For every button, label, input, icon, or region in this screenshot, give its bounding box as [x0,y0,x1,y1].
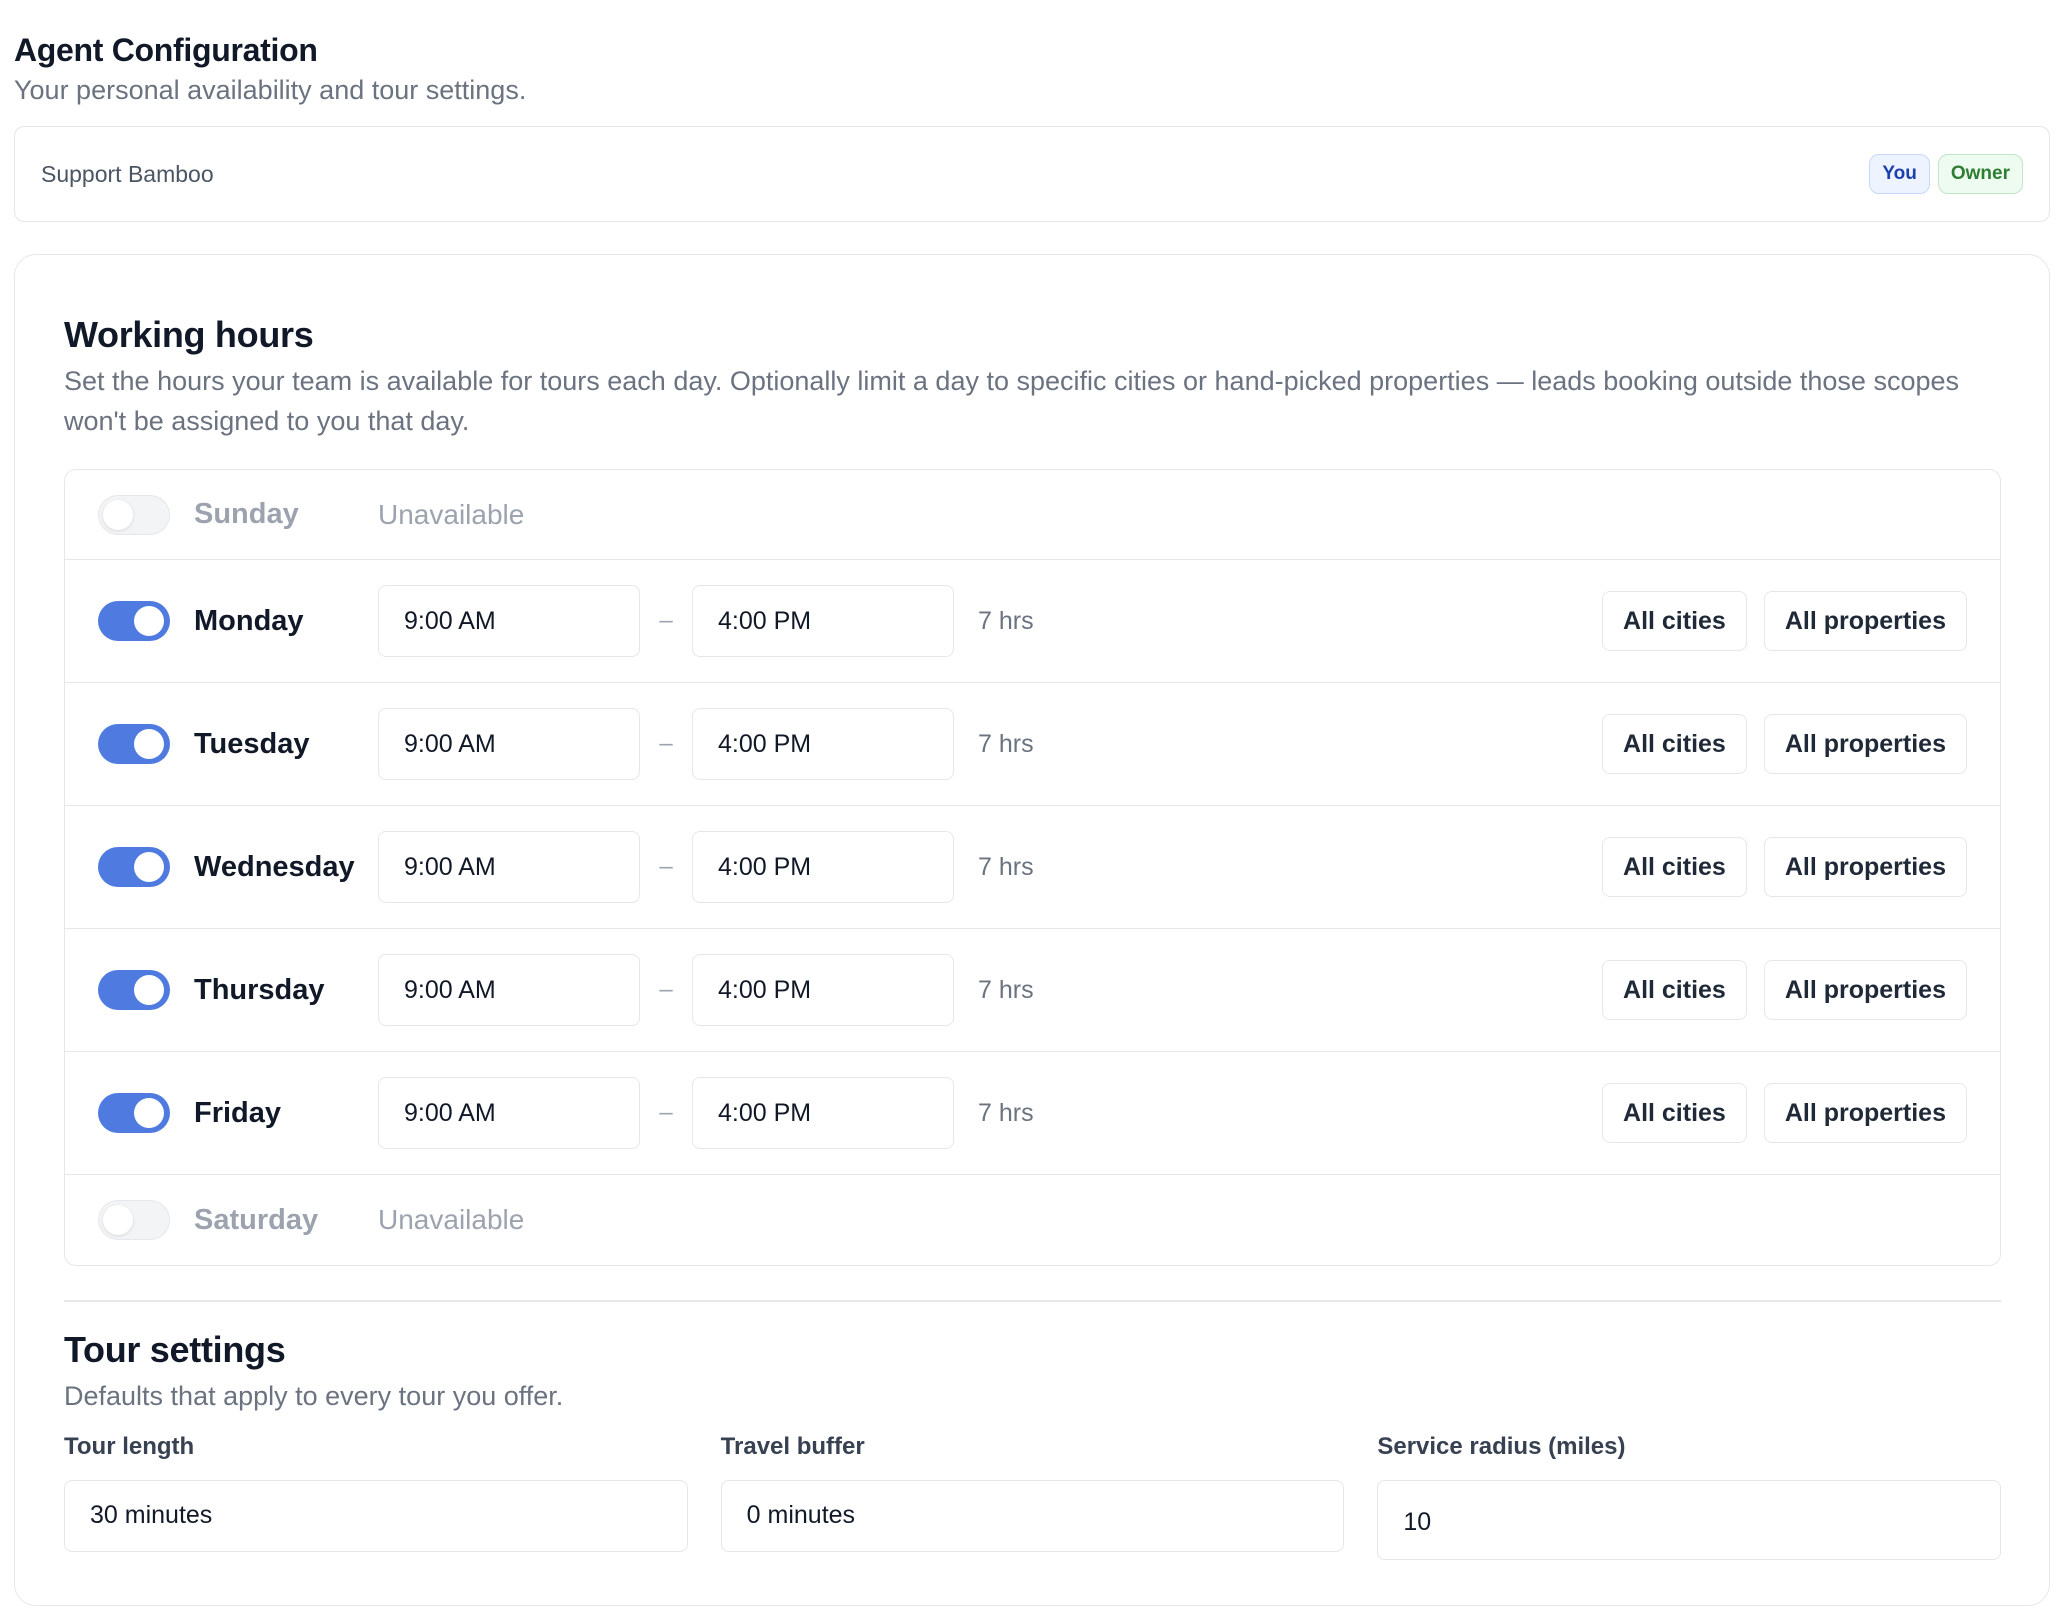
toggle-knob [103,1205,133,1235]
thursday-properties-button[interactable]: All properties [1763,960,1967,1020]
travel-buffer-select[interactable]: 0 minutes [720,1479,1345,1552]
agent-configuration-page: Agent Configuration Your personal availa… [14,30,2050,1606]
unavailable-label: Unavailable [378,498,525,530]
working-hours-description: Set the hours your team is available for… [64,366,1959,436]
owner-badge: Owner [1937,154,2023,194]
unavailable-label: Unavailable [378,1204,525,1235]
toggle-knob [134,606,164,636]
time-separator: – [659,607,673,634]
day-row-thursday: Thursday 9:00 AM – 4:00 PM 7 hrs All cit… [65,929,2000,1052]
day-row-wednesday: Wednesday 9:00 AM – 4:00 PM 7 hrs All ci… [65,806,2000,929]
tuesday-cities-button[interactable]: All cities [1602,714,1747,774]
page-subtitle: Your personal availability and tour sett… [14,75,527,105]
thursday-start-time-input[interactable]: 9:00 AM [378,954,640,1026]
day-name: Tuesday [194,727,310,760]
thursday-toggle[interactable] [98,970,170,1010]
working-hours-table: Sunday Unavailable Monday 9:00 AM – 4:00… [64,469,2001,1266]
monday-end-time-input[interactable]: 4:00 PM [692,585,954,657]
day-row-friday: Friday 9:00 AM – 4:00 PM 7 hrs All citie… [65,1052,2000,1175]
day-row-tuesday: Tuesday 9:00 AM – 4:00 PM 7 hrs All citi… [65,683,2000,806]
toggle-knob [134,729,164,759]
toggle-knob [103,499,133,530]
day-name: Friday [194,1096,282,1129]
time-separator: – [659,730,673,757]
wednesday-properties-button[interactable]: All properties [1763,837,1967,897]
saturday-toggle[interactable] [98,1200,170,1240]
tour-length-field: Tour length 30 minutes [64,1432,688,1560]
time-separator: – [659,976,673,1003]
friday-hours-total: 7 hrs [978,1098,1034,1127]
settings-card: Working hours Set the hours your team is… [14,254,2050,1606]
tour-length-select[interactable]: 30 minutes [64,1479,688,1552]
monday-hours-total: 7 hrs [978,606,1034,635]
tuesday-hours-total: 7 hrs [978,729,1034,758]
tuesday-start-time-input[interactable]: 9:00 AM [378,708,640,780]
day-row-sunday: Sunday Unavailable [65,470,2000,560]
agent-card: Support Bamboo You Owner [14,126,2050,222]
wednesday-toggle[interactable] [98,847,170,887]
working-hours-title: Working hours [64,314,314,355]
monday-toggle[interactable] [98,601,170,641]
friday-cities-button[interactable]: All cities [1602,1083,1747,1143]
travel-buffer-field: Travel buffer 0 minutes [720,1432,1345,1560]
toggle-knob [134,975,164,1005]
tour-settings-fields: Tour length 30 minutes Travel buffer 0 m… [64,1432,2002,1560]
toggle-knob [134,852,164,882]
travel-buffer-label: Travel buffer [720,1432,865,1460]
tuesday-toggle[interactable] [98,724,170,764]
service-radius-input[interactable]: 10 [1377,1479,2002,1560]
time-separator: – [659,1099,673,1126]
thursday-end-time-input[interactable]: 4:00 PM [692,954,954,1026]
day-name: Thursday [194,973,325,1006]
wednesday-start-time-input[interactable]: 9:00 AM [378,831,640,903]
friday-start-time-input[interactable]: 9:00 AM [378,1077,640,1149]
time-separator: – [659,853,673,880]
wednesday-cities-button[interactable]: All cities [1602,837,1747,897]
day-name: Monday [194,604,304,637]
tour-settings-title: Tour settings [64,1328,286,1370]
tour-length-label: Tour length [64,1432,195,1460]
friday-toggle[interactable] [98,1093,170,1133]
tuesday-end-time-input[interactable]: 4:00 PM [692,708,954,780]
day-name: Sunday [194,498,299,530]
monday-start-time-input[interactable]: 9:00 AM [378,585,640,657]
tuesday-properties-button[interactable]: All properties [1763,714,1967,774]
tour-settings-description: Defaults that apply to every tour you of… [64,1380,564,1411]
service-radius-label: Service radius (miles) [1377,1432,1626,1460]
monday-cities-button[interactable]: All cities [1602,591,1747,651]
day-name: Saturday [194,1203,319,1236]
thursday-cities-button[interactable]: All cities [1602,960,1747,1020]
day-name: Wednesday [194,850,355,883]
toggle-knob [134,1098,164,1128]
service-radius-field: Service radius (miles) 10 [1377,1432,2002,1560]
agent-name: Support Bamboo [41,160,214,187]
friday-properties-button[interactable]: All properties [1763,1083,1967,1143]
agent-badges: You Owner [1869,154,2023,194]
section-divider [64,1300,2001,1302]
sunday-toggle[interactable] [98,494,170,535]
wednesday-hours-total: 7 hrs [978,852,1034,881]
day-row-saturday: Saturday Unavailable [65,1175,2000,1265]
page-title: Agent Configuration [14,32,318,68]
monday-properties-button[interactable]: All properties [1763,591,1967,651]
thursday-hours-total: 7 hrs [978,975,1034,1004]
wednesday-end-time-input[interactable]: 4:00 PM [692,831,954,903]
day-row-monday: Monday 9:00 AM – 4:00 PM 7 hrs All citie… [65,560,2000,683]
you-badge: You [1869,154,1930,194]
friday-end-time-input[interactable]: 4:00 PM [692,1077,954,1149]
